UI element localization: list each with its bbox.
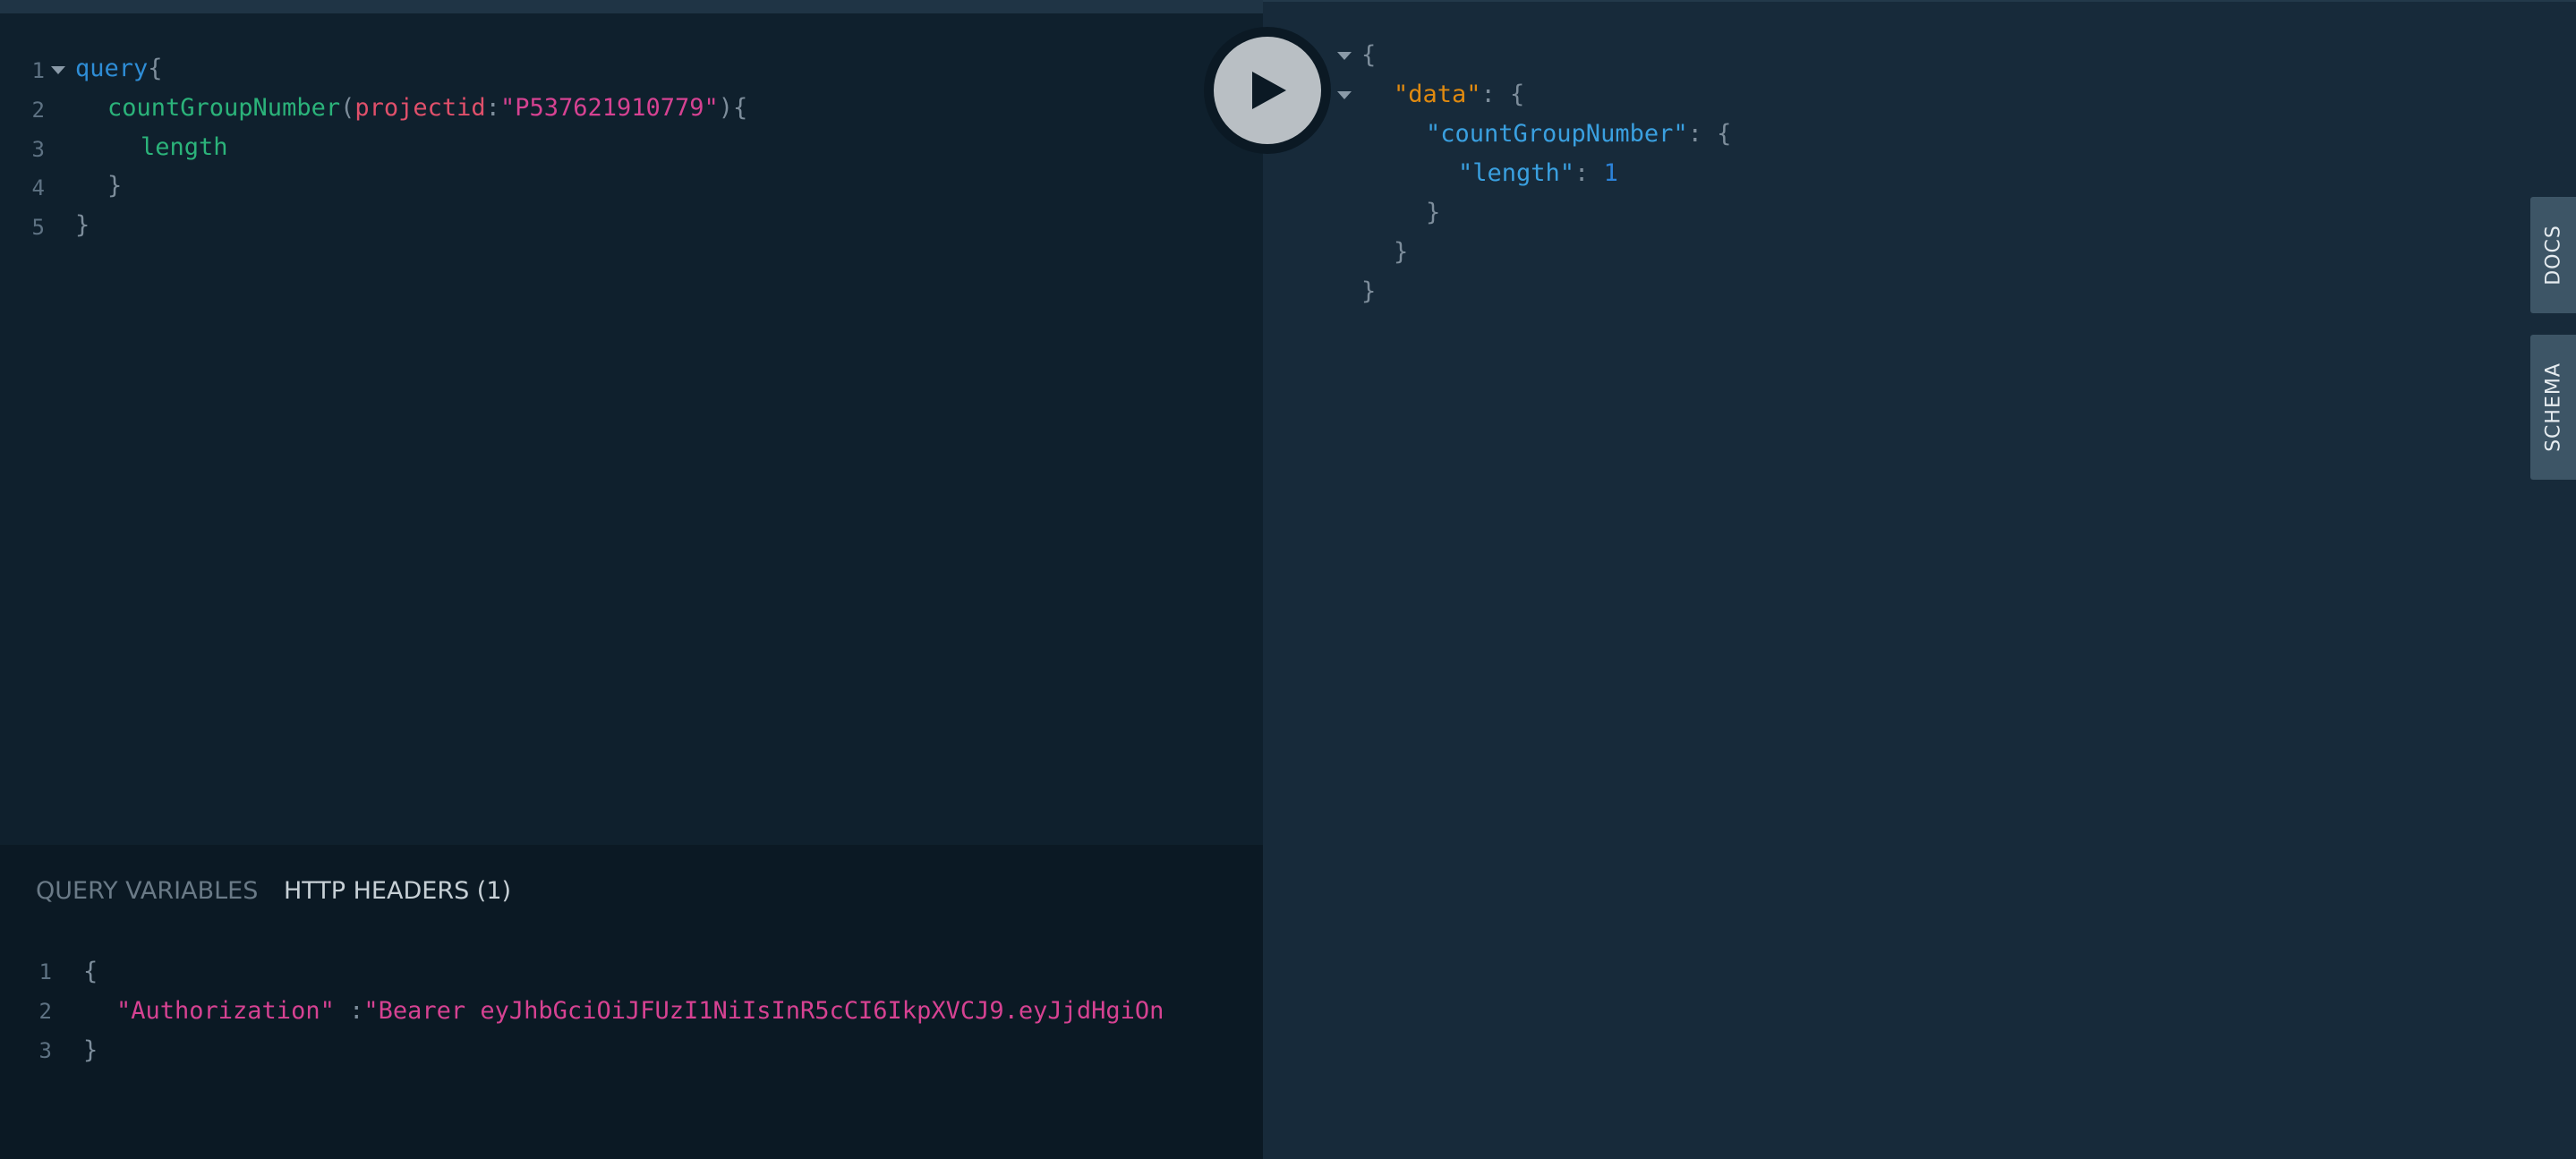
- length-value: 1: [1603, 159, 1618, 187]
- headers-line-2: "Authorization" :"Bearer eyJhbGciOiJFUzI…: [116, 992, 1263, 1031]
- close-brace: }: [75, 211, 90, 239]
- open-brace: {: [83, 958, 98, 985]
- close-brace: }: [1361, 277, 1377, 305]
- line-number: 1: [38, 959, 52, 984]
- variables-pane: QUERY VARIABLES HTTP HEADERS (1) 1 { 2 "…: [0, 845, 1263, 1159]
- field-name: countGroupNumber: [107, 94, 341, 122]
- paren-close-brace: ){: [718, 94, 748, 122]
- query-editor[interactable]: 1 query{ 2 countGroupNumber(projectid:"P…: [0, 13, 1263, 845]
- code-line-2: countGroupNumber(projectid:"P53762191077…: [107, 89, 747, 128]
- header-key: "Authorization": [116, 997, 335, 1025]
- data-key: "data": [1394, 81, 1481, 108]
- query-keyword: query: [75, 55, 149, 82]
- open-brace: {: [1361, 41, 1377, 69]
- docs-tab-label: DOCS: [2542, 225, 2564, 285]
- colon: :: [485, 94, 500, 122]
- paren-open: (: [340, 94, 355, 122]
- subfield-name: length: [141, 133, 228, 161]
- schema-tab[interactable]: SCHEMA: [2530, 335, 2576, 480]
- fold-arrow-icon[interactable]: [1337, 91, 1352, 99]
- code-line-4: }: [107, 166, 122, 206]
- code-line-1: query{: [75, 49, 163, 89]
- close-brace: }: [1426, 199, 1441, 226]
- headers-line-3: }: [83, 1031, 98, 1070]
- schema-tab-label: SCHEMA: [2542, 362, 2564, 452]
- line-number: 1: [31, 58, 45, 83]
- close-brace: }: [1394, 238, 1409, 266]
- close-brace: }: [83, 1036, 98, 1064]
- run-button[interactable]: [1214, 37, 1321, 144]
- colon: :: [1574, 159, 1604, 187]
- result-line-7: }: [1361, 272, 1376, 311]
- line-number: 3: [31, 137, 45, 162]
- colon-brace: : {: [1687, 120, 1732, 148]
- result-line-3: "countGroupNumber": {: [1426, 115, 1731, 154]
- headers-line-1: {: [83, 952, 98, 992]
- close-brace: }: [107, 172, 123, 200]
- header-separator: :: [334, 997, 364, 1025]
- line-number: 2: [38, 999, 52, 1024]
- play-icon: [1252, 72, 1286, 109]
- result-line-6: }: [1394, 233, 1408, 272]
- length-key: "length": [1458, 159, 1575, 187]
- result-pane: { "data": { "countGroupNumber": { "lengt…: [1263, 0, 2576, 1159]
- docs-tab[interactable]: DOCS: [2530, 197, 2576, 313]
- argument-name: projectid: [354, 94, 486, 122]
- result-line-5: }: [1426, 193, 1440, 233]
- result-line-2: "data": {: [1394, 75, 1524, 115]
- variables-tabs: QUERY VARIABLES HTTP HEADERS (1): [36, 874, 529, 909]
- line-number: 3: [38, 1038, 52, 1063]
- line-number: 2: [31, 98, 45, 123]
- argument-value: "P537621910779": [499, 94, 719, 122]
- fold-arrow-icon[interactable]: [1337, 52, 1352, 60]
- tab-query-variables[interactable]: QUERY VARIABLES: [36, 874, 258, 909]
- count-group-number-key: "countGroupNumber": [1426, 120, 1688, 148]
- code-line-5: }: [75, 206, 90, 245]
- code-line-3: length: [141, 128, 228, 167]
- result-line-1: {: [1361, 36, 1376, 75]
- fold-arrow-icon[interactable]: [51, 66, 65, 74]
- headers-editor[interactable]: 1 { 2 "Authorization" :"Bearer eyJhbGciO…: [0, 952, 1263, 1159]
- tab-http-headers[interactable]: HTTP HEADERS (1): [284, 874, 511, 909]
- line-number: 5: [31, 215, 45, 240]
- colon-brace: : {: [1480, 81, 1525, 108]
- result-line-4: "length": 1: [1458, 154, 1618, 193]
- line-number: 4: [31, 175, 45, 200]
- header-value: "Bearer eyJhbGciOiJFUzI1NiIsInR5cCI6IkpX…: [363, 997, 1164, 1025]
- open-brace: {: [148, 55, 163, 82]
